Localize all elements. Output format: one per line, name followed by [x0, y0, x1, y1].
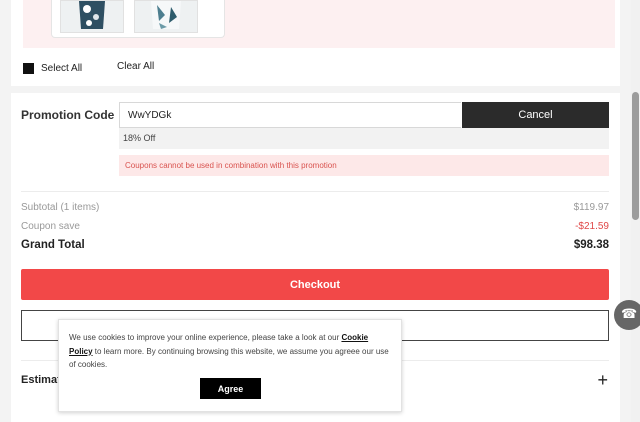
cart-items-card: Select All Clear All — [11, 0, 620, 86]
item-thumbnail-strip — [23, 0, 615, 48]
cookie-text-start: We use cookies to improve your online ex… — [69, 333, 342, 342]
agree-button[interactable]: Agree — [200, 378, 261, 399]
promotion-code-label: Promotion Code — [21, 108, 115, 122]
select-all-label: Select All — [41, 62, 83, 74]
promotion-code-input[interactable]: WwYDGk — [119, 102, 461, 128]
cookie-message: We use cookies to improve your online ex… — [69, 331, 391, 372]
checkout-button[interactable]: Checkout — [21, 269, 609, 300]
grand-total-value: $98.38 — [573, 239, 609, 251]
product-thumbnail[interactable] — [60, 0, 124, 33]
product-thumbnail[interactable] — [134, 0, 198, 33]
subtotal-value: $119.97 — [573, 202, 609, 213]
scrollbar-thumb[interactable] — [632, 92, 639, 220]
select-all-checkbox[interactable] — [23, 62, 34, 74]
cancel-promotion-button[interactable]: Cancel — [462, 102, 609, 128]
customer-support-button[interactable]: ☎ — [614, 300, 640, 330]
select-all-toggle[interactable]: Select All — [23, 60, 82, 76]
grand-total-label: Grand Total — [21, 239, 85, 251]
coupon-warning-message: Coupons cannot be used in combination wi… — [119, 155, 609, 176]
plus-icon[interactable]: + — [597, 371, 608, 389]
cookie-consent-banner: We use cookies to improve your online ex… — [58, 319, 402, 412]
subtotal-label: Subtotal (1 items) — [21, 202, 100, 213]
cookie-text-end: to learn more. By continuing browsing th… — [69, 346, 389, 370]
discount-text: 18% Off — [119, 128, 609, 149]
page-scrollbar[interactable] — [631, 0, 640, 422]
thumbnail-group — [51, 0, 225, 38]
coupon-save-value: -$21.59 — [575, 221, 609, 232]
divider — [21, 191, 609, 192]
clear-all-button[interactable]: Clear All — [117, 61, 154, 72]
headset-icon: ☎ — [621, 306, 638, 321]
coupon-save-label: Coupon save — [21, 221, 80, 232]
estimate-label[interactable]: Estimat — [21, 374, 61, 386]
